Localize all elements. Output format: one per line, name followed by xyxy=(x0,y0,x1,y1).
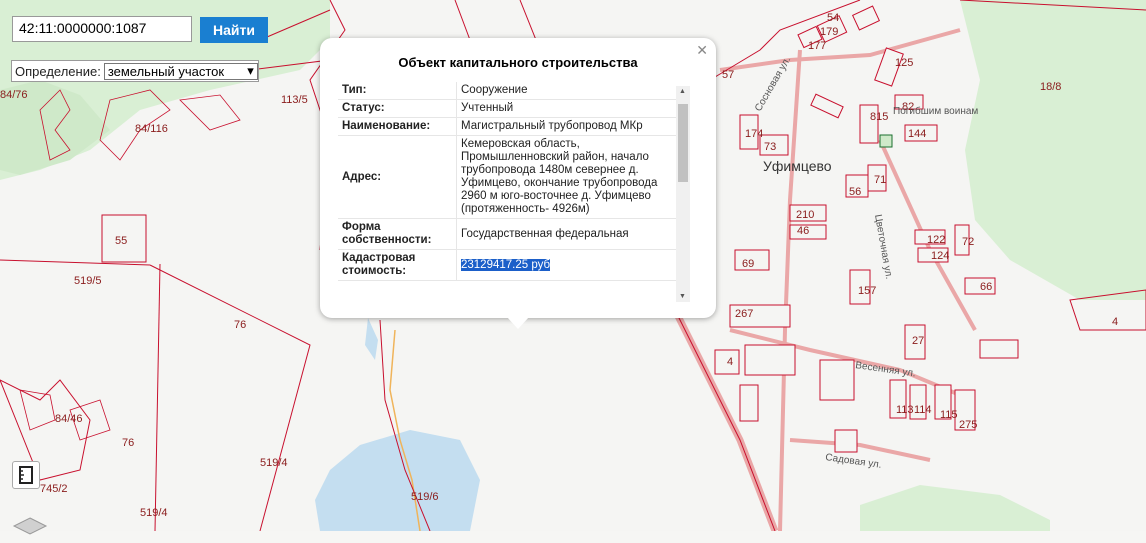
svg-text:174: 174 xyxy=(745,128,763,140)
svg-text:745/2: 745/2 xyxy=(40,483,68,495)
svg-text:55: 55 xyxy=(115,235,127,247)
svg-text:57: 57 xyxy=(722,69,734,81)
svg-text:267: 267 xyxy=(735,308,753,320)
svg-text:73: 73 xyxy=(764,141,776,153)
definition-row: Определение: земельный участок ▾ xyxy=(11,60,259,82)
ruler-icon xyxy=(19,466,33,484)
popup-table-container: Тип: Сооружение Статус: Учтенный Наимено… xyxy=(338,82,694,338)
row-value: Учтенный xyxy=(456,99,676,118)
row-key: Форма собственности: xyxy=(338,218,457,250)
svg-text:815: 815 xyxy=(870,111,888,123)
svg-text:177: 177 xyxy=(808,40,826,52)
svg-text:179: 179 xyxy=(820,26,838,38)
definition-selected-value: земельный участок xyxy=(107,63,225,79)
row-value[interactable]: 23129417.25 руб xyxy=(456,249,676,281)
table-row: Статус: Учтенный xyxy=(338,99,676,118)
popup-scrollbar[interactable]: ▲ ▼ xyxy=(676,86,690,302)
svg-text:113: 113 xyxy=(896,404,914,416)
table-row: Кадастровая стоимость: 23129417.25 руб xyxy=(338,249,676,281)
svg-text:4: 4 xyxy=(727,356,733,368)
svg-text:275: 275 xyxy=(959,419,977,431)
layers-button[interactable] xyxy=(12,514,48,538)
svg-text:144: 144 xyxy=(908,128,926,140)
svg-text:519/4: 519/4 xyxy=(260,457,288,469)
definition-select[interactable]: земельный участок ▾ xyxy=(103,62,258,80)
row-value: Сооружение xyxy=(456,82,676,100)
ruler-button[interactable] xyxy=(12,461,40,489)
svg-text:72: 72 xyxy=(962,236,974,248)
svg-text:27: 27 xyxy=(912,335,924,347)
svg-text:519/6: 519/6 xyxy=(411,491,439,503)
object-info-popup: ✕ Объект капитального строительства Тип:… xyxy=(320,38,716,318)
table-row: Наименование: Магистральный трубопровод … xyxy=(338,117,676,136)
svg-text:Погибшим воинам: Погибшим воинам xyxy=(893,105,978,117)
row-key: Адрес: xyxy=(338,135,457,219)
row-key: Наименование: xyxy=(338,117,457,136)
scroll-thumb[interactable] xyxy=(678,104,688,182)
svg-text:519/4: 519/4 xyxy=(140,507,168,519)
svg-text:122: 122 xyxy=(927,234,945,246)
table-row: Форма собственности: Государственная фед… xyxy=(338,218,676,250)
chevron-down-icon: ▾ xyxy=(247,63,254,78)
svg-text:84/116: 84/116 xyxy=(135,123,168,135)
svg-text:18/8: 18/8 xyxy=(1040,81,1061,93)
object-attributes-table: Тип: Сооружение Статус: Учтенный Наимено… xyxy=(338,82,676,281)
svg-text:113/5: 113/5 xyxy=(281,94,308,106)
svg-text:519/5: 519/5 xyxy=(74,275,102,287)
svg-text:76: 76 xyxy=(234,319,246,331)
town-name: Уфимцево xyxy=(763,158,832,174)
svg-text:210: 210 xyxy=(796,209,814,221)
scroll-up-icon[interactable]: ▲ xyxy=(679,88,686,95)
row-key: Тип: xyxy=(338,82,457,100)
search-button[interactable]: Найти xyxy=(200,17,268,43)
svg-text:124: 124 xyxy=(931,250,949,262)
search-input[interactable]: 42:11:0000000:1087 xyxy=(12,16,192,42)
layers-icon xyxy=(12,517,48,535)
row-value: Государственная федеральная xyxy=(456,218,676,250)
svg-text:125: 125 xyxy=(895,57,913,69)
svg-text:56: 56 xyxy=(849,186,861,198)
svg-text:46: 46 xyxy=(797,225,809,237)
row-value: Магистральный трубопровод МКр xyxy=(456,117,676,136)
svg-text:71: 71 xyxy=(874,174,886,186)
row-key: Статус: xyxy=(338,99,457,118)
svg-text:54: 54 xyxy=(827,12,839,24)
svg-text:66: 66 xyxy=(980,281,992,293)
table-row: Адрес: Кемеровская область, Промышленнов… xyxy=(338,135,676,219)
svg-text:84/46: 84/46 xyxy=(55,413,83,425)
row-key: Кадастровая стоимость: xyxy=(338,249,457,281)
definition-label: Определение: xyxy=(15,63,101,79)
row-value: Кемеровская область, Промышленновский ра… xyxy=(456,135,676,219)
svg-text:76: 76 xyxy=(122,437,134,449)
svg-text:114: 114 xyxy=(914,404,932,416)
svg-text:4: 4 xyxy=(1112,316,1118,328)
table-row: Тип: Сооружение xyxy=(338,82,676,100)
svg-text:69: 69 xyxy=(742,258,754,270)
svg-text:157: 157 xyxy=(858,285,876,297)
popup-pointer xyxy=(507,317,529,329)
svg-text:115: 115 xyxy=(940,409,958,421)
highlighted-value: 23129417.25 руб xyxy=(461,258,551,271)
svg-text:84/76: 84/76 xyxy=(0,89,28,101)
popup-title: Объект капитального строительства xyxy=(398,55,638,70)
scroll-down-icon[interactable]: ▼ xyxy=(679,293,686,300)
